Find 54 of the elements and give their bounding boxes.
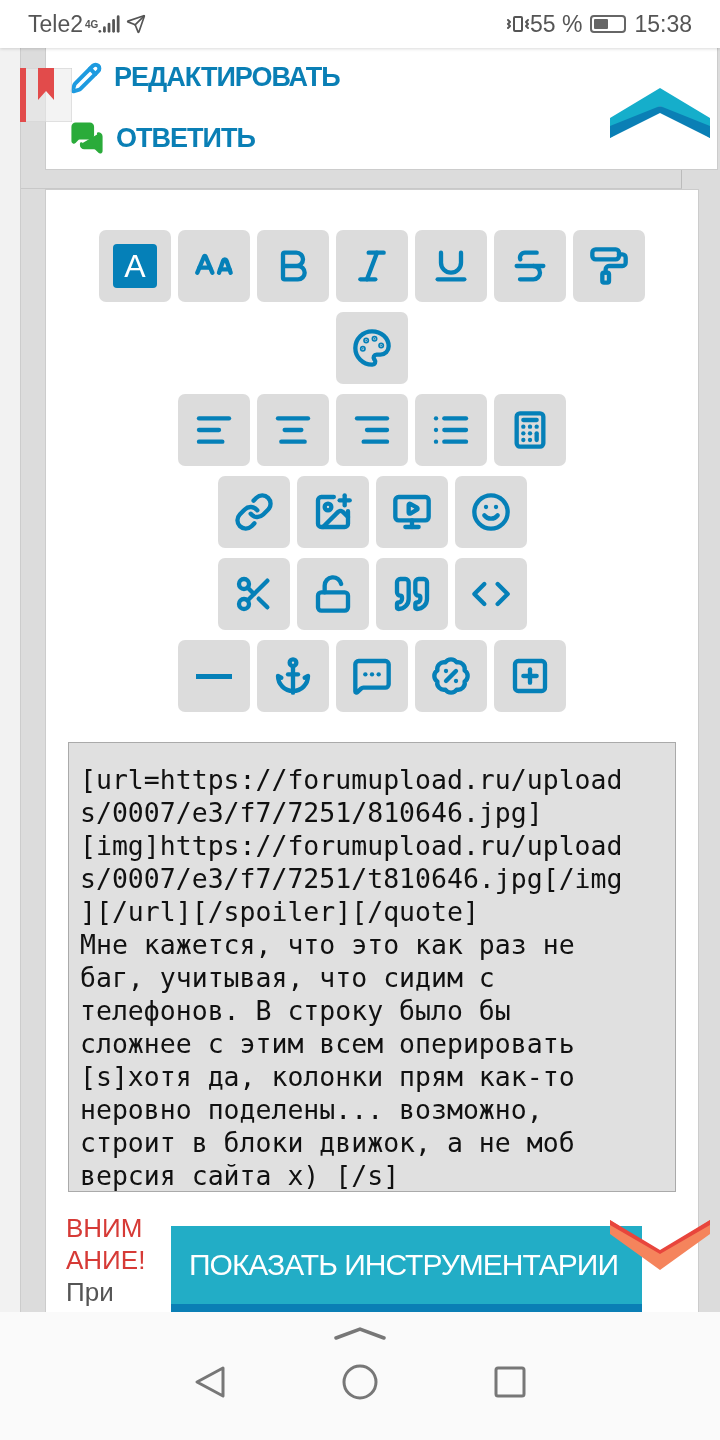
- toolbar-button[interactable]: [415, 230, 487, 302]
- warning-title: ВНИМАНИЕ!: [66, 1212, 147, 1276]
- carrier-name: Tele2: [28, 10, 83, 38]
- square-plus-icon: [510, 656, 550, 696]
- toolbar-button[interactable]: [573, 230, 645, 302]
- smile-icon: [470, 492, 511, 532]
- toolbar-button[interactable]: [336, 312, 408, 384]
- toolbar-button[interactable]: [296, 476, 369, 548]
- home-icon[interactable]: [342, 1364, 378, 1400]
- monitor-play-icon: [391, 492, 432, 532]
- toolbar-button[interactable]: [415, 394, 487, 466]
- toolbar-button[interactable]: [178, 394, 250, 466]
- toolbar-button[interactable]: [257, 230, 329, 302]
- chat-icon: [70, 121, 104, 156]
- clock: 15:38: [634, 10, 692, 38]
- toolbar-button[interactable]: [296, 558, 369, 630]
- post-action-link[interactable]: РЕДАКТИРОВАТЬ: [70, 61, 340, 94]
- toolbar-button[interactable]: [494, 640, 566, 712]
- handle-chevron-icon[interactable]: [334, 1326, 386, 1340]
- scroll-up-icon[interactable]: [610, 88, 710, 138]
- toolbar-button[interactable]: [257, 640, 329, 712]
- toolbar-button[interactable]: [454, 476, 527, 548]
- toolbar-button[interactable]: [375, 558, 448, 630]
- back-icon[interactable]: [194, 1365, 226, 1399]
- pencil-icon: [70, 61, 102, 94]
- toolbar-button[interactable]: [375, 476, 448, 548]
- network-type: 4G: [85, 18, 99, 30]
- toolbar-button[interactable]: [336, 394, 408, 466]
- toolbar-button[interactable]: [494, 230, 566, 302]
- toolbar-button[interactable]: [454, 558, 527, 630]
- signal-icon: [98, 13, 121, 35]
- toolbar-button[interactable]: [336, 640, 408, 712]
- toolbar-button[interactable]: [257, 394, 329, 466]
- toolbar-button[interactable]: [217, 476, 290, 548]
- toolbar-button[interactable]: [415, 640, 487, 712]
- minus-icon: [196, 673, 232, 679]
- toolbar-button[interactable]: [178, 230, 250, 302]
- paint-roller-icon: [589, 246, 629, 286]
- toolbar-button[interactable]: [494, 394, 566, 466]
- toolbar-button[interactable]: [336, 230, 408, 302]
- post-action-link[interactable]: ОТВЕТИТЬ: [70, 121, 255, 156]
- anchor-icon: [273, 656, 313, 696]
- palette-icon: [352, 328, 392, 368]
- toolbar-button[interactable]: [178, 640, 250, 712]
- percent-badge-icon: [431, 656, 471, 696]
- battery-icon: [590, 15, 627, 33]
- font-button[interactable]: A: [99, 230, 171, 302]
- battery-percent: 55 %: [530, 10, 583, 38]
- message-field[interactable]: [url=https://forumupload.ru/upload s/0007/e3/f7/7251/810646.jpg] [img]https://forumupload.ru/upload s/0007/e3/f7/7251/t810646.jpg[/img ][/url][/spoiler][/quote] Мне кажется, что это как раз не баг, учитывая, что сидим с телефонов. В строку было бы сложнее с этим всем оперировать [s]хотя да, колонки прям как-то неровно поделены... возможно, строит в блоки движок, а не моб версия сайта х) [/s]: [68, 742, 676, 1192]
- toolbar-button[interactable]: [217, 558, 290, 630]
- show-tools-button[interactable]: ПОКАЗАТЬ ИНСТРУМЕНТАРИИ: [171, 1226, 642, 1312]
- link-icon: [233, 492, 274, 532]
- warning-text: При: [66, 1276, 115, 1308]
- recents-icon[interactable]: [494, 1366, 526, 1398]
